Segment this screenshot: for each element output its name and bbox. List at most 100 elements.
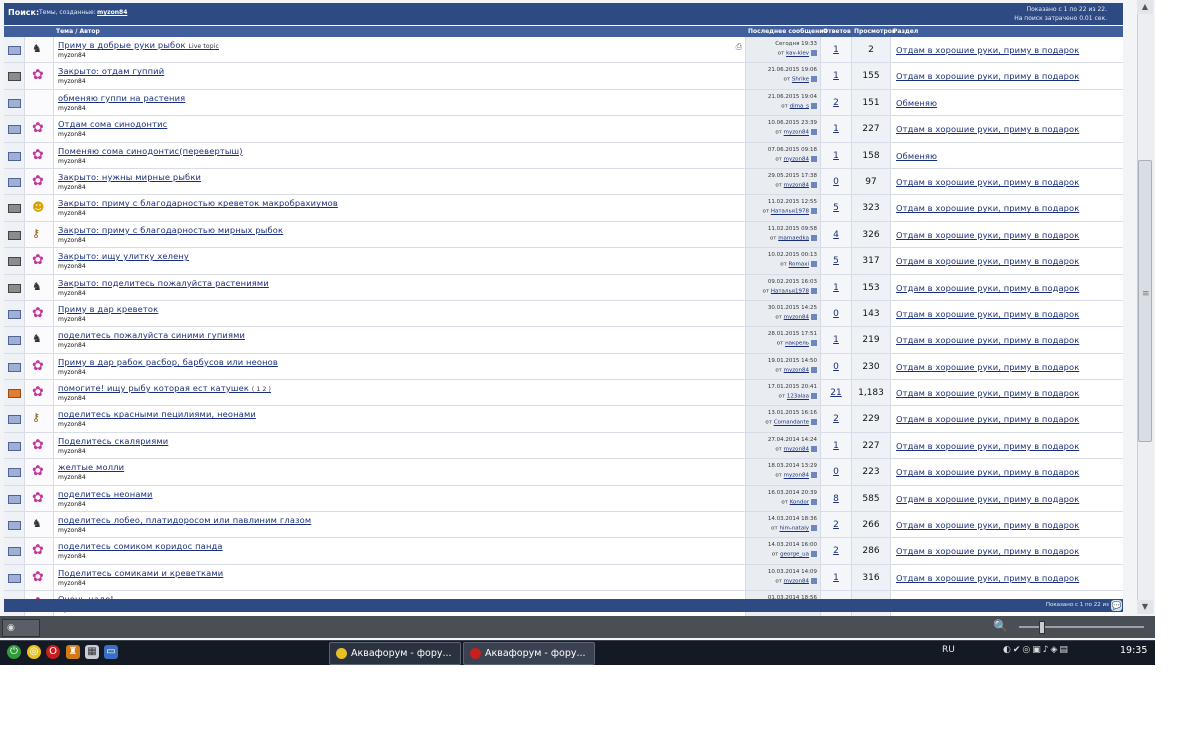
last-post-user-link[interactable]: накрель (785, 341, 809, 347)
go-to-last-post-icon[interactable] (811, 577, 817, 584)
go-to-last-post-icon[interactable] (811, 472, 817, 479)
last-post-user-link[interactable]: myzon84 (784, 314, 809, 320)
thread-title-link[interactable]: помогите! ищу рыбу которая ест катушек (… (58, 383, 271, 393)
last-post-user-link[interactable]: Наталья1978 (771, 209, 809, 215)
replies-count-link[interactable]: 1 (821, 441, 851, 451)
go-to-last-post-icon[interactable] (811, 551, 817, 558)
forum-link[interactable]: Отдам в хорошие руки, приму в подарок (896, 467, 1079, 477)
go-to-last-post-icon[interactable] (811, 525, 817, 532)
last-post-user-link[interactable]: mamaedka (778, 235, 809, 241)
chat-bubble-icon[interactable]: 💬 (1111, 600, 1122, 611)
replies-count-link[interactable]: 1 (821, 124, 851, 134)
thread-title-link[interactable]: обменяю гуппи на растения (58, 93, 185, 103)
last-post-user-link[interactable]: Наталья1978 (771, 288, 809, 294)
replies-count-link[interactable]: 5 (821, 256, 851, 266)
scroll-up-arrow-icon[interactable]: ▲ (1137, 0, 1153, 14)
forum-link[interactable]: Отдам в хорошие руки, приму в подарок (896, 546, 1079, 556)
thread-title-link[interactable]: Закрыто: приму с благодарностью мирных р… (58, 225, 283, 235)
forum-link[interactable]: Отдам в хорошие руки, приму в подарок (896, 256, 1079, 266)
last-post-user-link[interactable]: dima_s (790, 103, 809, 109)
system-tray-icons[interactable]: ◐✔◎▣♪◈▤ (1003, 645, 1070, 655)
go-to-last-post-icon[interactable] (811, 340, 817, 347)
opera-icon[interactable]: O (46, 645, 60, 659)
thread-title-link[interactable]: Закрыто: ищу улитку хелену (58, 251, 189, 261)
thread-author[interactable]: myzon84 (58, 105, 86, 112)
go-to-last-post-icon[interactable] (811, 181, 817, 188)
thread-title-link[interactable]: Приму в добрые руки рыбок Live topic (58, 40, 219, 50)
thread-title-link[interactable]: Отдам сома синодонтис (58, 119, 167, 129)
start-button-icon[interactable]: ⏻ (7, 645, 21, 659)
replies-count-link[interactable]: 2 (821, 98, 851, 108)
thread-title-link[interactable]: поделитесь красными пецилиями, неонами (58, 409, 256, 419)
thread-author[interactable]: myzon84 (58, 237, 86, 244)
replies-count-link[interactable]: 8 (821, 494, 851, 504)
replies-count-link[interactable]: 1 (821, 151, 851, 161)
forum-link[interactable]: Отдам в хорошие руки, приму в подарок (896, 414, 1079, 424)
thread-author[interactable]: myzon84 (58, 263, 86, 270)
thread-author[interactable]: myzon84 (58, 184, 86, 191)
forum-link[interactable]: Отдам в хорошие руки, приму в подарок (896, 362, 1079, 372)
thread-author[interactable]: myzon84 (58, 158, 86, 165)
replies-count-link[interactable]: 1 (821, 335, 851, 345)
last-post-user-link[interactable]: myzon84 (784, 578, 809, 584)
thread-author[interactable]: myzon84 (58, 52, 86, 59)
panel-toggle-button[interactable]: ◉ (2, 619, 40, 637)
go-to-last-post-icon[interactable] (811, 208, 817, 215)
go-to-last-post-icon[interactable] (811, 498, 817, 505)
thread-author[interactable]: myzon84 (58, 553, 86, 560)
replies-count-link[interactable]: 0 (821, 309, 851, 319)
thread-title-link[interactable]: Закрыто: отдам гуппий (58, 66, 164, 76)
forum-link[interactable]: Отдам в хорошие руки, приму в подарок (896, 283, 1079, 293)
thread-author[interactable]: myzon84 (58, 527, 86, 534)
go-to-last-post-icon[interactable] (811, 419, 817, 426)
thread-title-link[interactable]: поделитесь сомиком коридос панда (58, 541, 223, 551)
thread-title-link[interactable]: Поделитесь сомиками и креветками (58, 568, 223, 578)
thread-title-link[interactable]: Закрыто: нужны мирные рыбки (58, 172, 201, 182)
forum-link[interactable]: Отдам в хорошие руки, приму в подарок (896, 494, 1079, 504)
last-post-user-link[interactable]: myzon84 (784, 473, 809, 479)
last-post-user-link[interactable]: myzon84 (784, 446, 809, 452)
thread-author[interactable]: myzon84 (58, 78, 86, 85)
go-to-last-post-icon[interactable] (811, 366, 817, 373)
go-to-last-post-icon[interactable] (811, 234, 817, 241)
replies-count-link[interactable]: 0 (821, 177, 851, 187)
go-to-last-post-icon[interactable] (811, 102, 817, 109)
zoom-slider[interactable] (1019, 626, 1144, 628)
scroll-thumb[interactable] (1138, 160, 1152, 442)
forum-link[interactable]: Отдам в хорошие руки, приму в подарок (896, 520, 1079, 530)
forum-link[interactable]: Отдам в хорошие руки, приму в подарок (896, 45, 1079, 55)
forum-link[interactable]: Отдам в хорошие руки, приму в подарок (896, 203, 1079, 213)
replies-count-link[interactable]: 1 (821, 283, 851, 293)
thread-title-link[interactable]: Поделитесь скаляриями (58, 436, 168, 446)
scroll-down-arrow-icon[interactable]: ▼ (1137, 600, 1153, 614)
go-to-last-post-icon[interactable] (811, 287, 817, 294)
replies-count-link[interactable]: 2 (821, 546, 851, 556)
forum-link[interactable]: Отдам в хорошие руки, приму в подарок (896, 230, 1079, 240)
forum-link[interactable]: Отдам в хорошие руки, приму в подарок (896, 71, 1079, 81)
desktop-icon[interactable]: ▭ (104, 645, 118, 659)
go-to-last-post-icon[interactable] (811, 393, 817, 400)
thread-author[interactable]: myzon84 (58, 369, 86, 376)
replies-count-link[interactable]: 2 (821, 520, 851, 530)
last-post-user-link[interactable]: myzon84 (784, 130, 809, 136)
forum-link[interactable]: Отдам в хорошие руки, приму в подарок (896, 388, 1079, 398)
thread-author[interactable]: myzon84 (58, 316, 86, 323)
thread-title-link[interactable]: Закрыто: приму с благодарностью креветок… (58, 198, 338, 208)
go-to-last-post-icon[interactable] (811, 313, 817, 320)
last-post-user-link[interactable]: myzon84 (784, 156, 809, 162)
replies-count-link[interactable]: 1 (821, 573, 851, 583)
thread-title-link[interactable]: поделитесь пожалуйста синими гупиями (58, 330, 245, 340)
replies-count-link[interactable]: 21 (821, 388, 851, 398)
last-post-user-link[interactable]: myzon84 (784, 367, 809, 373)
zoom-slider-knob[interactable] (1039, 621, 1045, 634)
forum-link[interactable]: Отдам в хорошие руки, приму в подарок (896, 124, 1079, 134)
thread-author[interactable]: myzon84 (58, 421, 86, 428)
thread-author[interactable]: myzon84 (58, 501, 86, 508)
thread-title-link[interactable]: Приму в дар рабок расбор, барбусов или н… (58, 357, 278, 367)
forum-link[interactable]: Отдам в хорошие руки, приму в подарок (896, 573, 1079, 583)
replies-count-link[interactable]: 5 (821, 203, 851, 213)
last-post-user-link[interactable]: Kondor (790, 499, 809, 505)
forum-link[interactable]: Отдам в хорошие руки, приму в подарок (896, 441, 1079, 451)
go-to-last-post-icon[interactable] (811, 445, 817, 452)
go-to-last-post-icon[interactable] (811, 129, 817, 136)
